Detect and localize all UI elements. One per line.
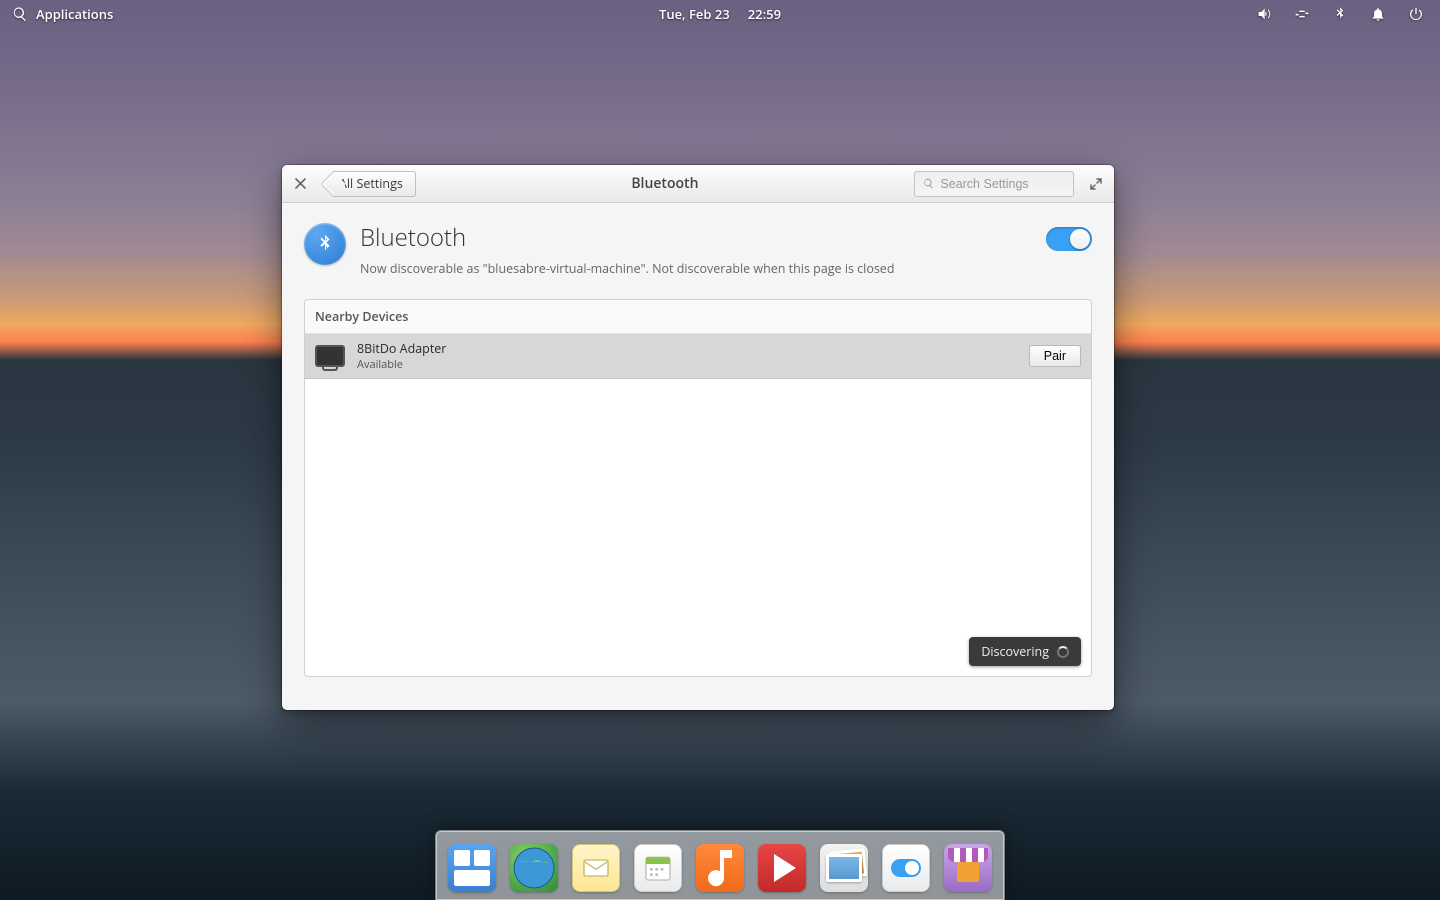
page-subtitle: Now discoverable as "bluesabre-virtual-m… xyxy=(360,260,894,277)
network-icon xyxy=(1294,6,1310,22)
calendar-icon xyxy=(642,852,674,884)
workspaces-icon xyxy=(448,844,496,892)
dock-appcenter[interactable] xyxy=(944,844,992,892)
applications-label: Applications xyxy=(36,5,113,23)
search-field-wrap[interactable] xyxy=(914,171,1074,197)
devices-list: Nearby Devices 8BitDo Adapter Available … xyxy=(304,299,1092,677)
dock-calendar[interactable] xyxy=(634,844,682,892)
discovering-label: Discovering xyxy=(981,643,1049,660)
bluetooth-icon xyxy=(1332,6,1348,22)
music-icon xyxy=(696,844,744,892)
dock-browser[interactable] xyxy=(510,844,558,892)
close-icon xyxy=(295,178,306,189)
session-indicator[interactable] xyxy=(1408,6,1424,22)
devices-list-header: Nearby Devices xyxy=(305,300,1091,334)
awning-icon xyxy=(948,848,988,862)
window-title: Bluetooth xyxy=(424,174,906,193)
dock-settings[interactable] xyxy=(882,844,930,892)
bluetooth-large-icon xyxy=(304,223,346,265)
sound-indicator[interactable] xyxy=(1256,6,1272,22)
monitor-icon xyxy=(315,345,345,367)
device-status: Available xyxy=(357,357,446,372)
dock-mail[interactable] xyxy=(572,844,620,892)
device-name: 8BitDo Adapter xyxy=(357,340,446,357)
dock xyxy=(435,830,1005,900)
maximize-icon xyxy=(1089,177,1103,191)
device-text: 8BitDo Adapter Available xyxy=(357,340,446,372)
dock-videos[interactable] xyxy=(758,844,806,892)
top-panel: Applications Tue, Feb 23 22:59 xyxy=(0,0,1440,28)
clock-time: 22:59 xyxy=(748,5,781,23)
window-content: Bluetooth Now discoverable as "bluesabre… xyxy=(282,203,1114,710)
bluetooth-header: Bluetooth Now discoverable as "bluesabre… xyxy=(304,221,1092,277)
search-icon xyxy=(12,6,28,22)
volume-icon xyxy=(1256,6,1272,22)
switch-icon xyxy=(891,859,921,877)
network-indicator[interactable] xyxy=(1294,6,1310,22)
search-input[interactable] xyxy=(940,177,1065,191)
settings-window: All Settings Bluetooth Bluetooth Now dis… xyxy=(282,165,1114,710)
clock-date: Tue, Feb 23 xyxy=(659,5,730,23)
discovering-badge: Discovering xyxy=(969,637,1081,666)
toggle-knob xyxy=(1070,229,1090,249)
power-icon xyxy=(1408,6,1424,22)
bag-icon xyxy=(957,862,979,882)
bluetooth-toggle[interactable] xyxy=(1046,227,1092,251)
indicators xyxy=(1256,6,1440,22)
device-row[interactable]: 8BitDo Adapter Available Pair xyxy=(305,334,1091,379)
globe-icon xyxy=(510,844,558,892)
bluetooth-indicator[interactable] xyxy=(1332,6,1348,22)
notifications-indicator[interactable] xyxy=(1370,6,1386,22)
dock-photos[interactable] xyxy=(820,844,868,892)
bell-icon xyxy=(1370,6,1386,22)
search-icon xyxy=(923,177,934,190)
photo-icon xyxy=(826,854,862,882)
close-button[interactable] xyxy=(290,174,310,194)
maximize-button[interactable] xyxy=(1086,174,1106,194)
spinner-icon xyxy=(1057,646,1069,658)
applications-menu[interactable]: Applications xyxy=(0,5,113,23)
page-title: Bluetooth xyxy=(360,221,894,254)
pair-button[interactable]: Pair xyxy=(1029,345,1081,367)
back-button[interactable]: All Settings xyxy=(324,171,416,197)
window-titlebar[interactable]: All Settings Bluetooth xyxy=(282,165,1114,203)
dock-music[interactable] xyxy=(696,844,744,892)
play-icon xyxy=(758,844,806,892)
mail-icon xyxy=(580,852,612,884)
clock[interactable]: Tue, Feb 23 22:59 xyxy=(659,5,781,23)
dock-multitasking[interactable] xyxy=(448,844,496,892)
